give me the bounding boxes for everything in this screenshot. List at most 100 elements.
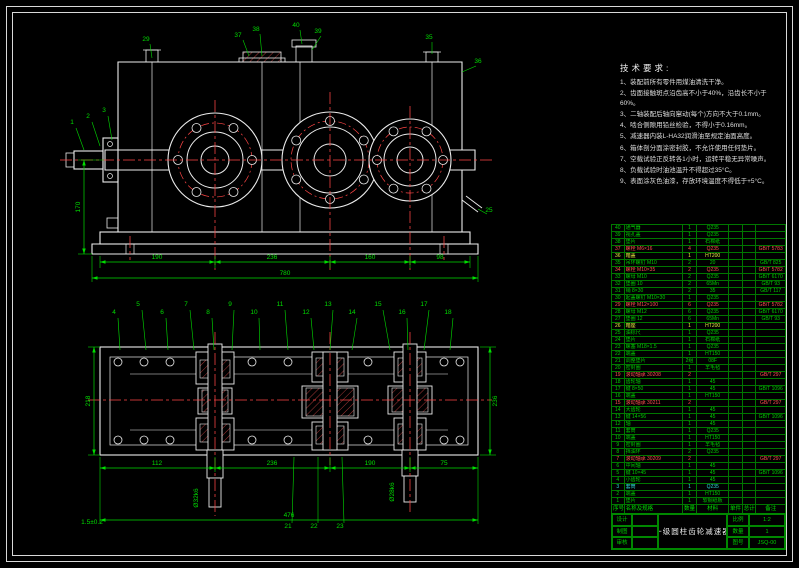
bom-row: 35吊环螺钉 M10220GB/T 825	[612, 260, 786, 267]
bom-cell	[756, 358, 786, 365]
bom-cell	[756, 337, 786, 344]
dimension-label: 170	[75, 201, 82, 212]
bom-cell	[729, 470, 743, 477]
bom-cell	[729, 379, 743, 386]
bom-cell	[756, 449, 786, 456]
bom-cell	[742, 246, 756, 253]
bom-cell: 1	[682, 330, 697, 337]
bom-cell	[729, 239, 743, 246]
bom-cell: 1	[682, 239, 697, 246]
tech-item: 7、空载试验正反转各1小时，运转平稳无异常噪声。	[620, 155, 786, 165]
bom-cell: Q235	[697, 225, 729, 232]
extension-line	[311, 318, 314, 350]
bom-cell: 2	[682, 400, 697, 407]
scale-value: 1:2	[749, 514, 785, 526]
bom-cell	[729, 316, 743, 323]
callout-number: 4	[112, 309, 116, 316]
bom-cell: 2	[682, 456, 697, 463]
dimension-label: 236	[267, 460, 278, 467]
bom-cell: 端盖	[624, 435, 682, 442]
bom-cell: HT150	[697, 435, 729, 442]
bom-cell: 6	[682, 316, 697, 323]
extension-line	[92, 122, 100, 146]
bom-cell: 羊毛毡	[697, 365, 729, 372]
bom-cell: 6	[682, 302, 697, 309]
callout-number: 18	[444, 309, 452, 316]
bom-cell	[756, 498, 786, 505]
bom-cell: 6	[682, 309, 697, 316]
bom-cell: 中间轴	[624, 463, 682, 470]
bom-cell: 1	[682, 379, 697, 386]
draft-name-cell	[632, 526, 658, 538]
bom-cell	[756, 225, 786, 232]
bom-cell	[756, 351, 786, 358]
bom-row: 28螺母 M126Q235GB/T 6170	[612, 309, 786, 316]
extension-line	[352, 318, 357, 350]
bom-row: 2端盖1HT150	[612, 491, 786, 498]
bom-cell: 密封圈	[624, 442, 682, 449]
bom-cell	[742, 428, 756, 435]
bom-row: 11套筒1Q235	[612, 428, 786, 435]
bom-cell	[742, 393, 756, 400]
bom-cell	[742, 365, 756, 372]
bom-row: 37螺栓 M6×164Q235GB/T 5783	[612, 246, 786, 253]
bom-cell	[756, 365, 786, 372]
bom-cell: 37	[612, 246, 625, 253]
callout-number: 3	[102, 107, 106, 114]
base-flange	[100, 232, 470, 244]
bom-row: 1垫片1软钢纸板	[612, 498, 786, 505]
bom-cell: 套筒	[624, 428, 682, 435]
bom-cell	[729, 225, 743, 232]
breather	[296, 46, 312, 62]
bom-cell: GB/T 93	[756, 316, 786, 323]
bom-cell: 30	[612, 295, 625, 302]
bom-cell: HT200	[697, 253, 729, 260]
bom-cell: 12	[612, 421, 625, 428]
bom-cell	[742, 253, 756, 260]
dimension-label: 75	[440, 460, 448, 467]
bom-cell	[742, 386, 756, 393]
bom-cell	[756, 323, 786, 330]
extension-line	[342, 457, 344, 523]
callout-number: 11	[277, 301, 284, 308]
callout-number: 17	[420, 301, 428, 308]
bom-cell	[742, 239, 756, 246]
bom-cell: 1	[682, 421, 697, 428]
bom-cell: 螺母 M12	[624, 309, 682, 316]
tech-requirements-list: 1、装配前所有零件用煤油清洗干净。2、齿面接触斑点沿齿高不小于40%，沿齿长不小…	[620, 78, 786, 187]
callout-number: 37	[234, 32, 242, 39]
bom-row: 34螺栓 M10×352Q235GB/T 5782	[612, 267, 786, 274]
drawing-no-value: JSQ-00	[749, 537, 785, 549]
bom-cell	[742, 295, 756, 302]
callout-number: 29	[142, 36, 150, 43]
bom-cell	[756, 330, 786, 337]
bom-cell: HT200	[697, 323, 729, 330]
bom-cell: 轴	[624, 421, 682, 428]
bom-cell: GB/T 297	[756, 372, 786, 379]
bom-cell: 端盖	[624, 393, 682, 400]
bom-cell: 25	[612, 330, 625, 337]
bom-cell	[742, 260, 756, 267]
bom-cell: GB/T 5783	[756, 246, 786, 253]
extension-line	[118, 318, 120, 350]
check-name-cell	[632, 537, 658, 549]
bom-cell	[756, 344, 786, 351]
drain-plug	[107, 218, 118, 228]
bom-cell	[729, 302, 743, 309]
note-label: 1.5±0.2	[81, 519, 103, 526]
bom-cell	[697, 372, 729, 379]
bom-cell: 45	[697, 470, 729, 477]
bom-cell: 销 8×30	[624, 288, 682, 295]
bom-cell: 2	[682, 267, 697, 274]
bom-cell: 2	[612, 491, 625, 498]
base-foot	[92, 244, 478, 254]
bom-cell: 27	[612, 316, 625, 323]
dimension-label: 190	[152, 254, 163, 261]
bom-cell: 1	[682, 232, 697, 239]
check-label: 审核	[612, 537, 632, 549]
bom-cell: 2	[682, 449, 697, 456]
callout-number: 38	[252, 26, 260, 33]
annotations: 1902361609878017023619011275476236218293…	[70, 22, 499, 530]
bom-cell: 65Mn	[697, 281, 729, 288]
callout-number: 7	[184, 301, 188, 308]
